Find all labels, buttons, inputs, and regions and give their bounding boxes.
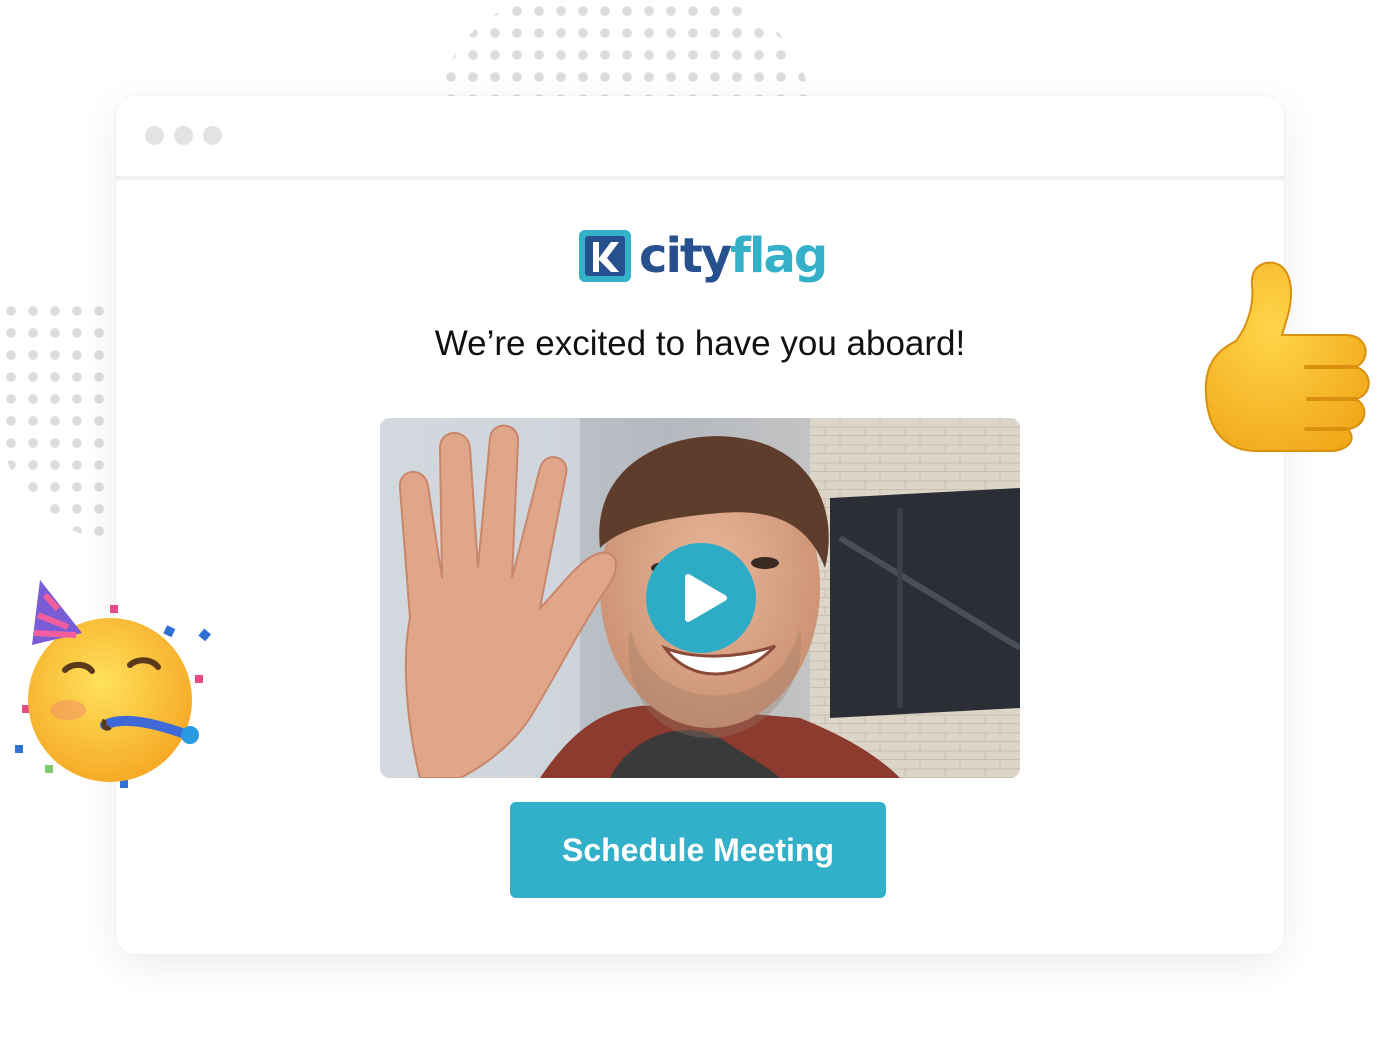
brand-name-city: city — [639, 228, 732, 284]
window-titlebar — [116, 96, 1284, 180]
cityflag-logo-icon — [579, 230, 631, 282]
brand-name-flag: flag — [730, 228, 828, 284]
party-face-emoji-icon — [15, 580, 212, 788]
welcome-video[interactable] — [380, 418, 1020, 778]
brand-wordmark: cityflag — [639, 226, 828, 286]
brand-logo: cityflag — [579, 226, 828, 286]
schedule-meeting-button[interactable]: Schedule Meeting — [510, 802, 886, 898]
window-dot — [145, 126, 164, 145]
window-dot — [174, 126, 193, 145]
stage: cityflag We’re excited to have you aboar… — [0, 0, 1400, 1050]
welcome-headline: We’re excited to have you aboard! — [434, 324, 966, 363]
window-dot — [203, 126, 222, 145]
thumbs-up-emoji-icon — [1204, 261, 1370, 452]
dot-pattern-top — [440, 0, 810, 110]
browser-window: cityflag We’re excited to have you aboar… — [116, 96, 1284, 954]
play-icon — [685, 574, 727, 622]
play-button[interactable] — [646, 543, 756, 653]
